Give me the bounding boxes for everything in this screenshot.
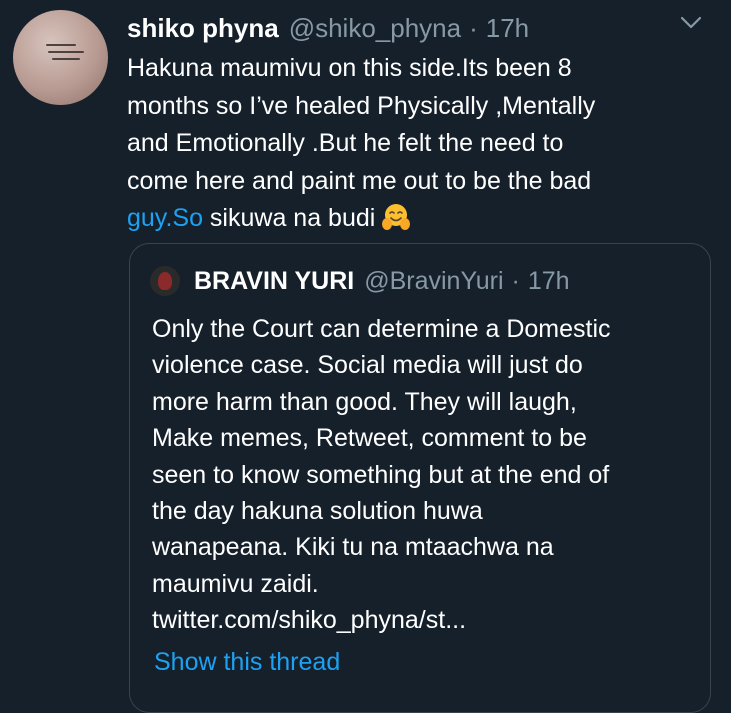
quoted-text-line: more harm than good. They will laugh, xyxy=(152,387,577,416)
chevron-down-icon[interactable] xyxy=(679,14,703,32)
tweet-text-tail: sikuwa na budi xyxy=(202,204,376,232)
quoted-text-line: Make memes, Retweet, comment to be xyxy=(152,424,587,453)
tweet-body: Hakuna maumivu on this side.Its been 8 m… xyxy=(127,50,717,238)
author-avatar[interactable] xyxy=(13,10,108,105)
quoted-tweet-header: BRAVIN YURI @BravinYuri · 17h xyxy=(150,266,570,296)
quoted-tweet-timestamp: 17h xyxy=(527,266,570,295)
quoted-text-line: maumivu zaidi. xyxy=(152,569,319,598)
quoted-text-line: seen to know something but at the end of xyxy=(152,460,610,489)
quoted-tweet-body: Only the Court can determine a Domestic … xyxy=(152,311,702,639)
quoted-author-handle: @BravinYuri xyxy=(364,266,504,295)
tweet-text-line: Hakuna maumivu on this side.Its been 8 xyxy=(127,54,572,82)
quoted-text-line: violence case. Social media will just do xyxy=(152,351,583,380)
author-handle[interactable]: @shiko_phyna xyxy=(289,13,461,44)
tweet-timestamp[interactable]: 17h xyxy=(486,13,529,44)
tweet-text-line: months so I’ve healed Physically ,Mental… xyxy=(127,91,596,120)
quoted-text-line: wanapeana. Kiki tu na mtaachwa na xyxy=(152,533,554,562)
inline-link[interactable]: guy.So xyxy=(127,204,203,232)
quoted-author-avatar xyxy=(150,266,180,296)
quoted-text-line: Only the Court can determine a Domestic xyxy=(152,315,611,343)
quoted-tweet-card[interactable]: BRAVIN YURI @BravinYuri · 17h Only the C… xyxy=(129,243,711,713)
tweet-text-line-last: guy.So sikuwa na budi xyxy=(127,200,717,238)
show-thread-link[interactable]: Show this thread xyxy=(154,648,340,677)
tweet-header: shiko phyna @shiko_phyna · 17h xyxy=(127,10,529,46)
author-display-name[interactable]: shiko phyna xyxy=(127,13,279,44)
tweet-text-line: and Emotionally .But he felt the need to xyxy=(127,129,564,157)
quoted-author-display-name: BRAVIN YURI xyxy=(194,266,355,295)
hugging-face-emoji-icon xyxy=(382,204,411,230)
quoted-text-url: twitter.com/shiko_phyna/st... xyxy=(152,606,467,635)
avatar-tattoo-detail xyxy=(46,44,86,74)
header-separator: · xyxy=(469,12,478,43)
tweet-text-line: come here and paint me out to be the bad xyxy=(127,166,592,195)
quoted-header-separator: · xyxy=(511,266,520,295)
quoted-text-line: the day hakuna solution huwa xyxy=(152,497,483,526)
